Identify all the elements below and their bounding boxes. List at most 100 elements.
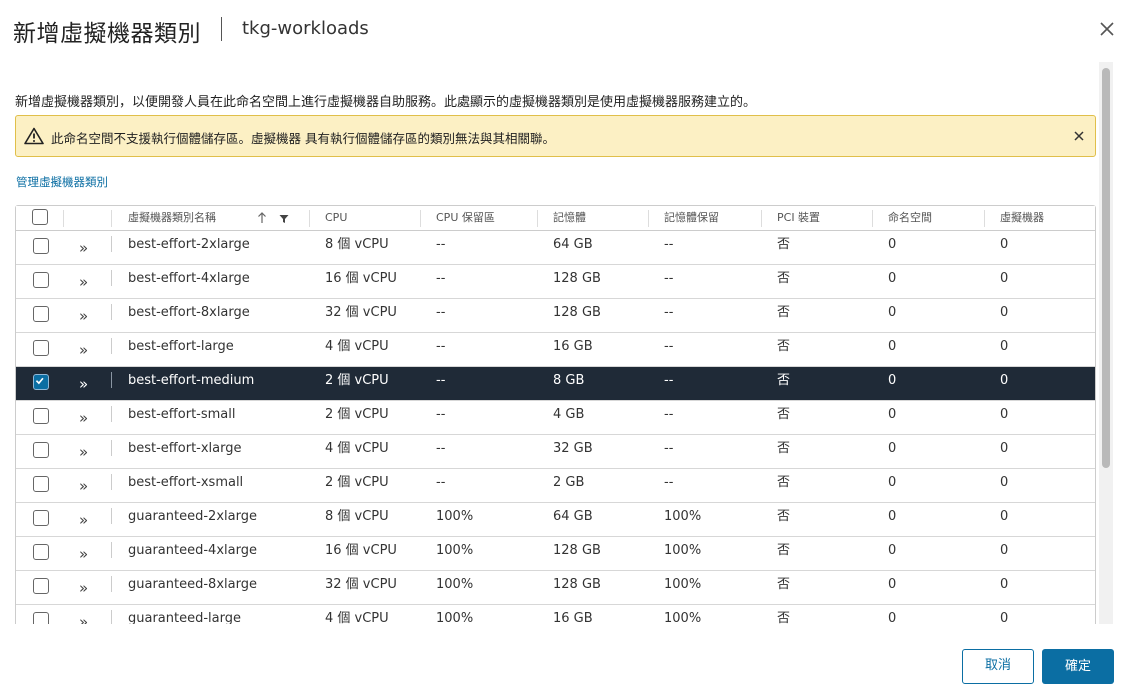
expand-row-icon[interactable]: » — [79, 615, 88, 625]
table-row[interactable]: » guaranteed-large 4 個 vCPU 100% 16 GB 100% 否 0… — [16, 605, 1095, 624]
cell-memory-reservation: -- — [664, 237, 674, 252]
filter-icon[interactable] — [279, 214, 289, 224]
column-header-namespaces[interactable]: 命名空間 — [888, 206, 932, 231]
cell-memory-reservation: -- — [664, 441, 674, 456]
table-row[interactable]: » best-effort-xlarge 4 個 vCPU -- 32 GB -- 否 0 0 — [16, 435, 1095, 469]
expand-row-icon[interactable]: » — [79, 513, 88, 528]
cell-memory: 128 GB — [553, 577, 601, 592]
cell-namespaces: 0 — [888, 577, 897, 592]
close-icon[interactable] — [1097, 19, 1117, 39]
table-row[interactable]: » best-effort-8xlarge 32 個 vCPU -- 128 GB -- 否… — [16, 299, 1095, 333]
column-header-memory[interactable]: 記憶體 — [553, 206, 586, 231]
cell-vms: 0 — [1000, 339, 1009, 354]
header-divider — [309, 210, 310, 227]
cell-name: guaranteed-8xlarge — [128, 577, 257, 592]
table-row[interactable]: » best-effort-medium 2 個 vCPU -- 8 GB -- 否 0 0 — [16, 367, 1095, 401]
ok-button[interactable]: 確定 — [1042, 649, 1114, 684]
cell-namespaces: 0 — [888, 305, 897, 320]
cell-memory-reservation: -- — [664, 373, 674, 388]
table-row[interactable]: » guaranteed-2xlarge 8 個 vCPU 100% 64 GB 100%… — [16, 503, 1095, 537]
scrollbar-thumb[interactable] — [1102, 68, 1110, 468]
cell-memory-reservation: 100% — [664, 509, 702, 524]
manage-vm-classes-link[interactable]: 管理虛擬機器類別 — [16, 174, 108, 190]
cell-cpu-reservation: -- — [436, 373, 446, 388]
cell-name: best-effort-xsmall — [128, 475, 244, 490]
table-row[interactable]: » best-effort-4xlarge 16 個 vCPU -- 128 GB -- 否… — [16, 265, 1095, 299]
cell-cpu: 32 個 vCPU — [325, 577, 397, 592]
row-checkbox[interactable] — [33, 612, 49, 624]
cell-cpu-reservation: 100% — [436, 509, 474, 524]
row-checkbox[interactable] — [33, 272, 49, 288]
cell-memory: 32 GB — [553, 441, 593, 456]
cell-vms: 0 — [1000, 305, 1009, 320]
expand-row-icon[interactable]: » — [79, 343, 88, 358]
row-divider — [111, 304, 112, 320]
row-checkbox[interactable] — [33, 544, 49, 560]
cell-name: guaranteed-2xlarge — [128, 509, 257, 524]
expand-row-icon[interactable]: » — [79, 309, 88, 324]
row-checkbox[interactable] — [33, 374, 49, 390]
row-divider — [111, 542, 112, 558]
cell-cpu-reservation: 100% — [436, 543, 474, 558]
row-divider — [111, 372, 112, 388]
row-checkbox[interactable] — [33, 340, 49, 356]
cell-namespaces: 0 — [888, 373, 897, 388]
cell-cpu-reservation: 100% — [436, 611, 474, 624]
cell-memory: 128 GB — [553, 543, 601, 558]
table-row[interactable]: » best-effort-2xlarge 8 個 vCPU -- 64 GB -- 否 0 0 — [16, 231, 1095, 265]
expand-row-icon[interactable]: » — [79, 479, 88, 494]
expand-row-icon[interactable]: » — [79, 581, 88, 596]
vertical-scrollbar[interactable] — [1099, 62, 1113, 624]
column-header-name[interactable]: 虛擬機器類別名稱 — [128, 206, 216, 231]
select-all-checkbox[interactable] — [32, 209, 48, 225]
row-divider — [111, 338, 112, 354]
column-header-cpu-reservation[interactable]: CPU 保留區 — [436, 206, 495, 231]
row-checkbox[interactable] — [33, 238, 49, 254]
cell-cpu-reservation: -- — [436, 407, 446, 422]
cell-pci: 否 — [777, 305, 791, 320]
cell-cpu: 2 個 vCPU — [325, 407, 389, 422]
sort-ascending-icon[interactable] — [257, 212, 267, 224]
cancel-button[interactable]: 取消 — [962, 649, 1034, 684]
cell-name: best-effort-small — [128, 407, 236, 422]
header-divider — [537, 210, 538, 227]
expand-row-icon[interactable]: » — [79, 445, 88, 460]
cell-pci: 否 — [777, 611, 791, 624]
row-divider — [111, 440, 112, 456]
alert-close-icon[interactable] — [1072, 129, 1086, 143]
column-header-vms[interactable]: 虛擬機器 — [1000, 206, 1044, 231]
expand-row-icon[interactable]: » — [79, 411, 88, 426]
cell-cpu: 4 個 vCPU — [325, 339, 389, 354]
row-checkbox[interactable] — [33, 306, 49, 322]
expand-row-icon[interactable]: » — [79, 377, 88, 392]
dialog-description: 新增虛擬機器類別，以便開發人員在此命名空間上進行虛擬機器自助服務。此處顯示的虛擬… — [15, 95, 757, 110]
table-row[interactable]: » guaranteed-8xlarge 32 個 vCPU 100% 128 GB 10… — [16, 571, 1095, 605]
column-header-memory-reservation[interactable]: 記憶體保留 — [664, 206, 719, 231]
cell-pci: 否 — [777, 577, 791, 592]
cell-memory-reservation: -- — [664, 271, 674, 286]
warning-icon — [24, 127, 44, 145]
row-checkbox[interactable] — [33, 510, 49, 526]
cell-cpu-reservation: -- — [436, 339, 446, 354]
dialog-header: 新增虛擬機器類別 tkg-workloads — [0, 0, 1121, 60]
row-checkbox[interactable] — [33, 442, 49, 458]
cell-cpu: 8 個 vCPU — [325, 509, 389, 524]
column-header-cpu[interactable]: CPU — [325, 206, 347, 231]
expand-row-icon[interactable]: » — [79, 241, 88, 256]
row-checkbox[interactable] — [33, 578, 49, 594]
cell-memory: 8 GB — [553, 373, 585, 388]
row-checkbox[interactable] — [33, 408, 49, 424]
cell-cpu: 2 個 vCPU — [325, 373, 389, 388]
expand-row-icon[interactable]: » — [79, 547, 88, 562]
row-divider — [111, 508, 112, 524]
expand-row-icon[interactable]: » — [79, 275, 88, 290]
column-header-pci[interactable]: PCI 裝置 — [777, 206, 820, 231]
row-divider — [111, 610, 112, 624]
table-row[interactable]: » guaranteed-4xlarge 16 個 vCPU 100% 128 GB 10… — [16, 537, 1095, 571]
row-checkbox[interactable] — [33, 476, 49, 492]
cell-pci: 否 — [777, 475, 791, 490]
table-row[interactable]: » best-effort-small 2 個 vCPU -- 4 GB -- 否 0 0 — [16, 401, 1095, 435]
table-row[interactable]: » best-effort-large 4 個 vCPU -- 16 GB -- 否 0 0 — [16, 333, 1095, 367]
header-divider — [872, 210, 873, 227]
table-row[interactable]: » best-effort-xsmall 2 個 vCPU -- 2 GB -- 否 0 0 — [16, 469, 1095, 503]
